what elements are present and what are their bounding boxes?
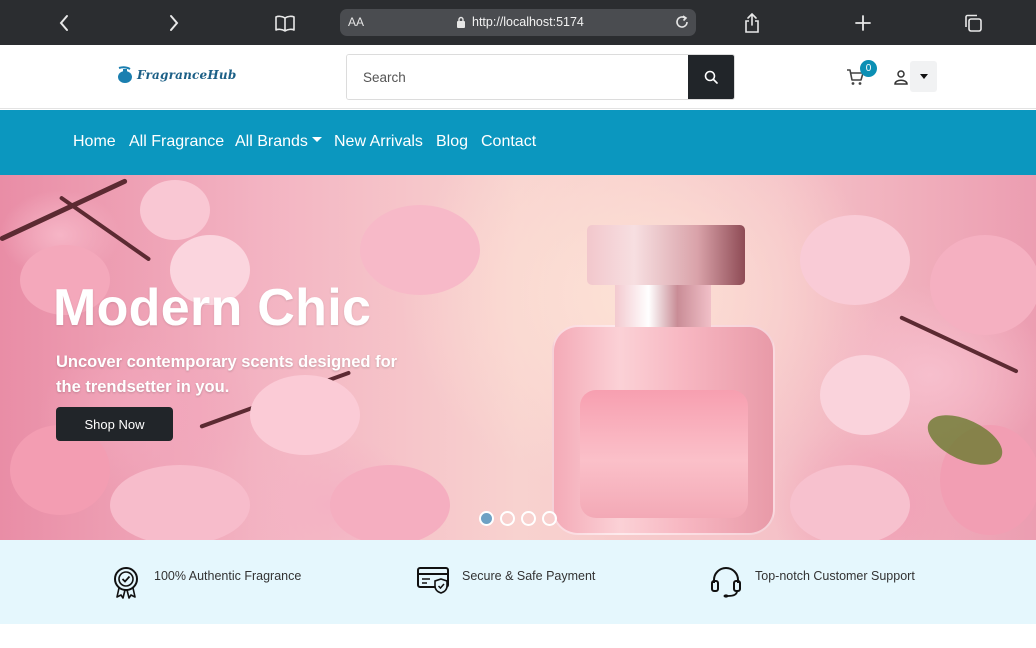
feature-label: Top-notch Customer Support bbox=[755, 569, 915, 583]
url-text: http://localhost:5174 bbox=[472, 15, 584, 29]
nav-new-arrivals[interactable]: New Arrivals bbox=[334, 133, 423, 151]
nav-contact[interactable]: Contact bbox=[481, 133, 536, 151]
address-bar[interactable]: AA http://localhost:5174 bbox=[340, 9, 696, 36]
nav-blog[interactable]: Blog bbox=[436, 133, 468, 151]
carousel-indicators bbox=[479, 511, 557, 526]
logo-text: FragranceHub bbox=[137, 68, 237, 82]
nav-all-brands-label: All Brands bbox=[235, 133, 308, 150]
bookmarks-button[interactable] bbox=[270, 8, 300, 38]
site-header: FragranceHub 0 bbox=[0, 45, 1036, 109]
search-input[interactable] bbox=[347, 55, 689, 99]
new-tab-button[interactable] bbox=[848, 8, 878, 38]
hero-subtitle: Uncover contemporary scents designed for… bbox=[56, 353, 398, 396]
book-icon bbox=[275, 15, 295, 32]
chevron-left-icon bbox=[59, 15, 68, 31]
account-dropdown-toggle[interactable] bbox=[910, 61, 937, 92]
hero-title: Modern Chic bbox=[53, 279, 372, 337]
carousel-dot-2[interactable] bbox=[500, 511, 515, 526]
share-button[interactable] bbox=[737, 8, 767, 38]
forward-button[interactable] bbox=[159, 8, 189, 38]
lock-icon bbox=[457, 16, 465, 28]
nav-all-brands[interactable]: All Brands bbox=[235, 133, 322, 151]
search-icon bbox=[704, 70, 718, 84]
feature-label: Secure & Safe Payment bbox=[462, 569, 596, 583]
features-strip: 100% Authentic Fragrance Secure & Safe P… bbox=[0, 540, 1036, 624]
secure-card-icon bbox=[417, 567, 449, 594]
shop-now-button[interactable]: Shop Now bbox=[56, 407, 173, 441]
hero-carousel: Modern Chic Uncover contemporary scents … bbox=[0, 175, 1036, 540]
caret-down-icon bbox=[919, 74, 928, 79]
share-icon bbox=[745, 12, 759, 33]
feature-label: 100% Authentic Fragrance bbox=[154, 569, 302, 583]
back-button[interactable] bbox=[49, 8, 79, 38]
perfume-logo-icon bbox=[118, 66, 132, 83]
tabs-overview-button[interactable] bbox=[958, 8, 988, 38]
feature-authentic: 100% Authentic Fragrance bbox=[110, 565, 301, 599]
carousel-dot-3[interactable] bbox=[521, 511, 536, 526]
award-badge-icon bbox=[114, 567, 138, 599]
headset-icon bbox=[711, 567, 741, 598]
reload-icon[interactable] bbox=[674, 14, 690, 30]
carousel-dot-1[interactable] bbox=[479, 511, 494, 526]
chevron-right-icon bbox=[170, 15, 179, 31]
nav-all-fragrance[interactable]: All Fragrance bbox=[129, 133, 224, 151]
caret-down-icon bbox=[311, 137, 322, 143]
plus-icon bbox=[855, 15, 871, 31]
text-size-button[interactable]: AA bbox=[348, 15, 364, 29]
main-nav: Home All Fragrance All Brands New Arriva… bbox=[0, 110, 1036, 175]
account-menu-button[interactable] bbox=[890, 61, 937, 92]
feature-secure-payment: Secure & Safe Payment bbox=[416, 565, 595, 595]
logo[interactable]: FragranceHub bbox=[117, 66, 236, 84]
user-icon bbox=[894, 69, 908, 85]
browser-toolbar: AA http://localhost:5174 bbox=[0, 0, 1036, 45]
tabs-icon bbox=[965, 14, 982, 32]
nav-home[interactable]: Home bbox=[73, 133, 116, 151]
carousel-dot-4[interactable] bbox=[542, 511, 557, 526]
search-box bbox=[346, 54, 735, 100]
cart-count-badge: 0 bbox=[860, 60, 877, 77]
search-button[interactable] bbox=[688, 55, 734, 99]
feature-customer-support: Top-notch Customer Support bbox=[709, 565, 915, 599]
